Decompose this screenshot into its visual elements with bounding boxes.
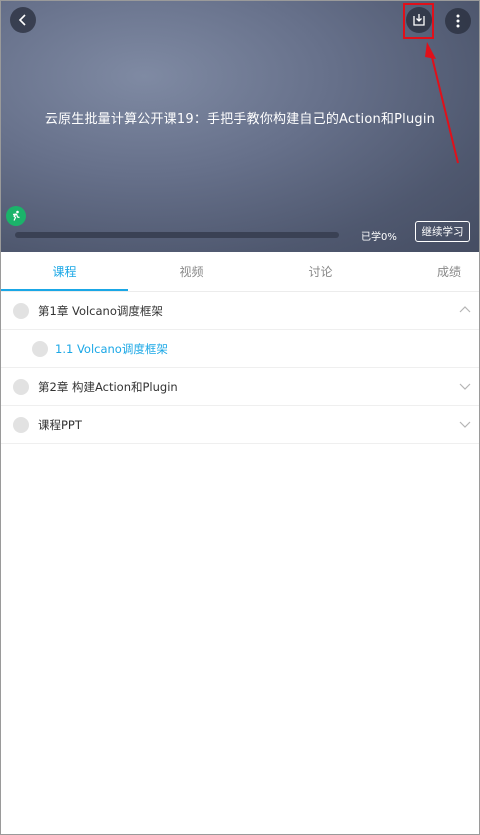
tab-discussion[interactable]: 讨论 [257, 253, 384, 291]
more-vertical-icon [456, 14, 460, 28]
running-person-icon [12, 210, 20, 221]
status-dot [13, 416, 29, 433]
status-dot [13, 302, 29, 319]
chevron-up-icon [459, 306, 471, 313]
learner-badge [6, 206, 26, 226]
course-title: 云原生批量计算公开课19：手把手教你构建自己的Action和Plugin [44, 112, 436, 127]
chapter-row-2[interactable]: 第2章 构建Action和Plugin [1, 368, 479, 406]
chevron-down-icon [459, 421, 471, 428]
more-options-button[interactable] [445, 8, 471, 34]
chapter-list: 第1章 Volcano调度框架 1.1 Volcano调度框架 第2章 构建Ac… [1, 292, 479, 444]
status-dot [32, 340, 48, 357]
active-tab-indicator [1, 289, 128, 291]
lesson-label: 1.1 Volcano调度框架 [55, 341, 168, 356]
chapter-label: 课程PPT [38, 417, 82, 432]
back-button[interactable] [10, 7, 36, 33]
chevron-left-icon [18, 14, 26, 26]
continue-learning-button[interactable]: 继续学习 [415, 221, 470, 242]
chapter-label: 第1章 Volcano调度框架 [38, 303, 163, 318]
download-highlight-box [403, 3, 434, 39]
chevron-down-icon [459, 383, 471, 390]
progress-bar [15, 232, 339, 238]
chapter-label: 第2章 构建Action和Plugin [38, 379, 178, 394]
progress-text: 已学0% [361, 232, 397, 243]
tab-video[interactable]: 视频 [128, 253, 255, 291]
course-header: 云原生批量计算公开课19：手把手教你构建自己的Action和Plugin 已学0… [1, 1, 479, 252]
chapter-row-1[interactable]: 第1章 Volcano调度框架 [1, 292, 479, 330]
tab-bar: 课程 视频 讨论 成绩 [1, 253, 479, 292]
status-dot [13, 378, 29, 395]
tab-grades[interactable]: 成绩 [384, 253, 479, 291]
lesson-row-1-1[interactable]: 1.1 Volcano调度框架 [1, 330, 479, 368]
chapter-row-ppt[interactable]: 课程PPT [1, 406, 479, 444]
app-window: 云原生批量计算公开课19：手把手教你构建自己的Action和Plugin 已学0… [0, 0, 480, 835]
tab-course[interactable]: 课程 [1, 253, 128, 291]
